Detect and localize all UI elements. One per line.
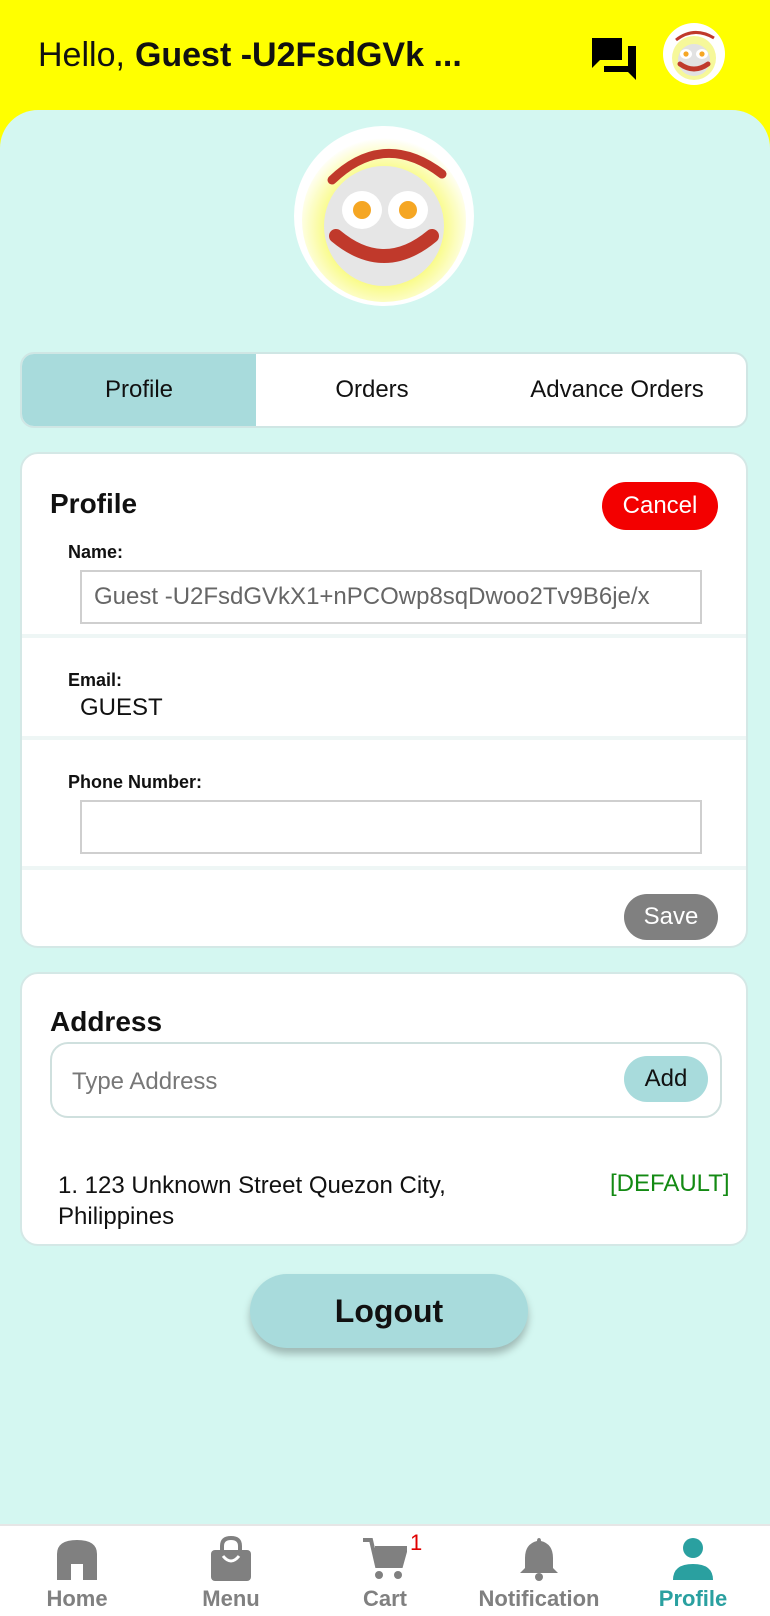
nav-menu-label: Menu (202, 1586, 260, 1611)
add-address-button[interactable]: Add (624, 1056, 708, 1102)
eats-online-logo-small[interactable] (662, 22, 726, 86)
tab-profile[interactable]: Profile (22, 354, 256, 426)
divider (22, 736, 746, 740)
greeting: Hello, Guest -U2FsdGVk ... (38, 36, 462, 75)
default-address-badge: [DEFAULT] (610, 1170, 730, 1197)
address-list-item[interactable]: 1. 123 Unknown Street Quezon City, Phili… (58, 1170, 498, 1232)
name-label: Name: (68, 542, 124, 562)
cancel-button[interactable]: Cancel (602, 482, 718, 530)
nav-home-label: Home (46, 1586, 108, 1611)
top-bar: Hello, Guest -U2FsdGVk ... (0, 0, 770, 120)
shopping-bag-icon (209, 1535, 253, 1582)
nav-cart[interactable]: 1 Cart (310, 1526, 460, 1616)
profile-title: Profile (50, 488, 138, 519)
email-value: GUEST (80, 694, 163, 721)
divider (22, 634, 746, 638)
email-label: Email: (68, 670, 123, 690)
greeting-text: Hello, (38, 36, 125, 74)
nav-notification[interactable]: Notification (464, 1526, 614, 1616)
phone-field[interactable] (80, 800, 702, 854)
eats-online-logo (292, 124, 476, 308)
nav-cart-label: Cart (362, 1586, 407, 1611)
bottom-navigation: Home Menu 1 Cart Notification Profile (0, 1524, 770, 1616)
phone-label: Phone Number: (68, 772, 203, 792)
profile-card: Profile Cancel Name: Guest -U2FsdGVkX1+n… (20, 452, 748, 948)
tab-orders[interactable]: Orders (256, 354, 488, 426)
nav-profile-label: Profile (658, 1586, 728, 1611)
address-input[interactable]: Type Address (72, 1068, 217, 1096)
person-icon (671, 1536, 715, 1582)
cart-icon (363, 1536, 409, 1582)
bell-icon (517, 1536, 561, 1582)
divider (22, 866, 746, 870)
profile-tabs: Profile Orders Advance Orders (20, 352, 748, 428)
name-field[interactable]: Guest -U2FsdGVkX1+nPCOwp8sqDwoo2Tv9B6je/… (80, 570, 702, 624)
cart-badge: 1 (410, 1530, 423, 1555)
address-input-container: Type Address Add (50, 1042, 722, 1118)
nav-notification-label: Notification (478, 1586, 600, 1611)
save-button[interactable]: Save (624, 894, 718, 940)
home-icon (55, 1536, 99, 1582)
nav-menu[interactable]: Menu (156, 1526, 306, 1616)
address-card: Address Type Address Add 1. 123 Unknown … (20, 972, 748, 1246)
nav-home[interactable]: Home (2, 1526, 152, 1616)
chat-icon[interactable] (588, 34, 640, 86)
address-title: Address (50, 1006, 163, 1037)
user-name: Guest -U2FsdGVk ... (134, 36, 462, 74)
tab-advance-orders[interactable]: Advance Orders (488, 354, 746, 426)
logout-button[interactable]: Logout (250, 1274, 528, 1348)
nav-profile[interactable]: Profile (618, 1526, 768, 1616)
